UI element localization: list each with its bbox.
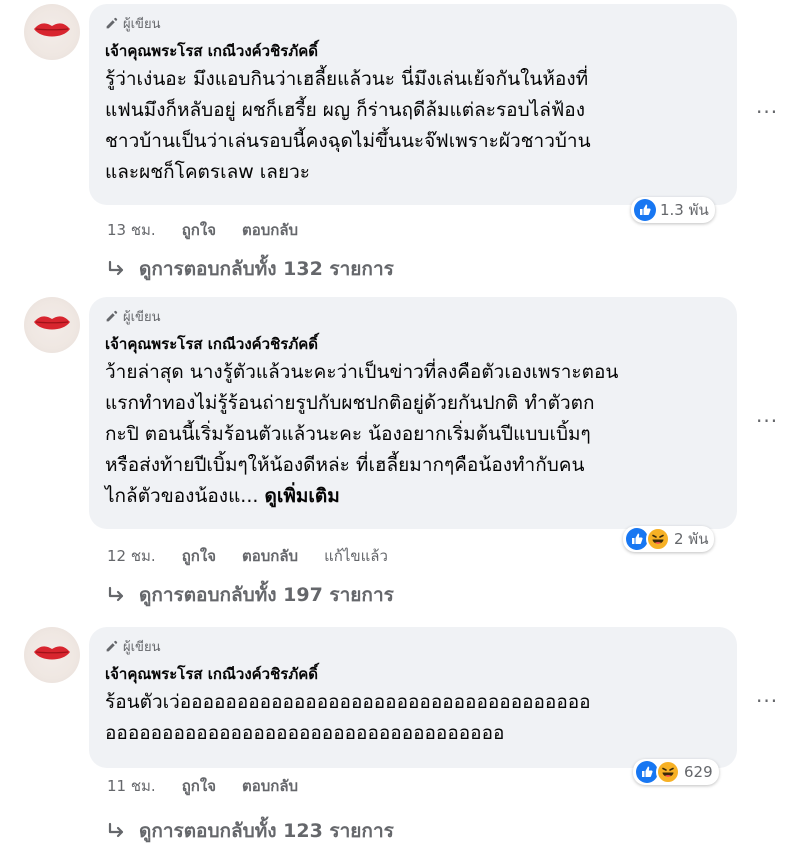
reply-button[interactable]: ตอบกลับ (242, 218, 298, 242)
author-badge-label: ผู้เขียน (123, 16, 161, 32)
author-name[interactable]: เจ้าคุณพระโรส เกณีวงค์วชิรภัคดิ์ (105, 334, 721, 354)
like-button[interactable]: ถูกใจ (182, 774, 216, 798)
comment-text-body: ว้ายล่าสุด นางรู้ตัวแล้วนะคะว่าเป็นข่าวท… (105, 361, 619, 507)
view-replies-link[interactable]: ดูการตอบกลับทั้ง 123 รายการ (107, 816, 394, 846)
reply-button[interactable]: ตอบกลับ (242, 774, 298, 798)
author-badge-label: ผู้เขียน (123, 639, 161, 655)
author-badge: ผู้เขียน (105, 307, 721, 325)
like-icon (626, 528, 648, 550)
avatar[interactable] (24, 297, 80, 353)
like-button[interactable]: ถูกใจ (182, 218, 216, 242)
author-badge-label: ผู้เขียน (123, 309, 161, 325)
comment-time[interactable]: 12 ชม. (107, 544, 156, 568)
view-replies-label: ดูการตอบกลับทั้ง 197 รายการ (139, 584, 394, 606)
pencil-icon (106, 17, 118, 28)
pencil-icon (106, 310, 118, 321)
view-replies-label: ดูการตอบกลับทั้ง 123 รายการ (139, 820, 394, 842)
like-button[interactable]: ถูกใจ (182, 544, 216, 568)
more-options-icon[interactable]: ... (756, 405, 778, 425)
lips-icon (34, 23, 70, 37)
more-options-icon[interactable]: ... (756, 96, 778, 116)
haha-icon (656, 760, 680, 784)
author-badge: ผู้เขียน (105, 637, 721, 655)
edited-label[interactable]: แก้ไขแล้ว (324, 544, 388, 568)
like-icon (636, 761, 658, 783)
comment-actions: 12 ชม. ถูกใจ ตอบกลับ แก้ไขแล้ว (107, 544, 414, 568)
reaction-summary[interactable]: 629 (633, 759, 719, 785)
lips-icon (34, 646, 70, 660)
reply-button[interactable]: ตอบกลับ (242, 544, 298, 568)
avatar[interactable] (24, 4, 80, 60)
like-icon (634, 199, 656, 221)
view-replies-label: ดูการตอบกลับทั้ง 132 รายการ (139, 258, 394, 280)
author-badge: ผู้เขียน (105, 14, 721, 32)
more-options-icon[interactable]: ... (756, 685, 778, 705)
comment-bubble: ผู้เขียน เจ้าคุณพระโรส เกณีวงค์วชิรภัคดิ… (89, 627, 737, 768)
comment-bubble: ผู้เขียน เจ้าคุณพระโรส เกณีวงค์วชิรภัคดิ… (89, 297, 737, 529)
reply-arrow-icon (108, 260, 124, 276)
comment-text: ว้ายล่าสุด นางรู้ตัวแล้วนะคะว่าเป็นข่าวท… (105, 357, 721, 512)
reaction-count: 2 พัน (674, 530, 709, 548)
comment-actions: 11 ชม. ถูกใจ ตอบกลับ (107, 774, 324, 798)
reaction-summary[interactable]: 2 พัน (623, 526, 715, 552)
pencil-icon (106, 640, 118, 651)
lips-icon (34, 316, 70, 330)
reaction-count: 629 (684, 763, 713, 781)
avatar[interactable] (24, 627, 80, 683)
comment-actions: 13 ชม. ถูกใจ ตอบกลับ (107, 218, 324, 242)
comment-time[interactable]: 13 ชม. (107, 218, 156, 242)
see-more-link[interactable]: ดูเพิ่มเติม (264, 485, 339, 507)
author-name[interactable]: เจ้าคุณพระโรส เกณีวงค์วชิรภัคดิ์ (105, 664, 721, 684)
view-replies-link[interactable]: ดูการตอบกลับทั้ง 132 รายการ (107, 254, 394, 284)
comment-text: รู้ว่าเง่นอะ มึงแอบกินว่าเฮลี้ยแล้วนะ นี… (105, 68, 591, 183)
reply-arrow-icon (108, 822, 124, 838)
reaction-count: 1.3 พัน (660, 201, 709, 219)
comment-time[interactable]: 11 ชม. (107, 774, 156, 798)
comment-text: ร้อนตัวเว่ออออออออออออออออออออออออออออออ… (105, 691, 591, 744)
reply-arrow-icon (108, 586, 124, 602)
author-name[interactable]: เจ้าคุณพระโรส เกณีวงค์วชิรภัคดิ์ (105, 41, 721, 61)
reaction-summary[interactable]: 1.3 พัน (631, 197, 715, 223)
haha-icon (646, 527, 670, 551)
comment-bubble: ผู้เขียน เจ้าคุณพระโรส เกณีวงค์วชิรภัคดิ… (89, 4, 737, 205)
view-replies-link[interactable]: ดูการตอบกลับทั้ง 197 รายการ (107, 580, 394, 610)
